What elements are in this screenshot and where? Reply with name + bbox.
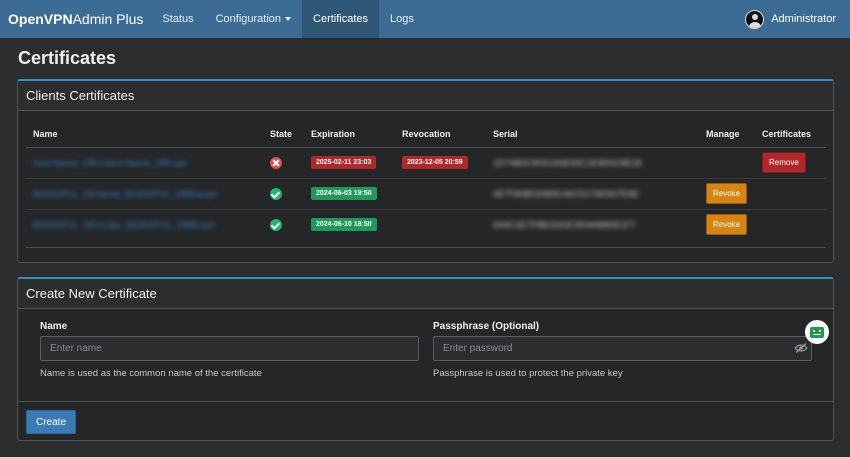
expiration-badge: 2025-02-11 23:03 [311,156,377,169]
passphrase-input[interactable] [433,336,812,361]
table-header-row: Name State Expiration Revocation Serial … [26,121,826,148]
user-menu[interactable]: Administrator [745,0,836,38]
nav-status[interactable]: Status [151,0,204,38]
brand-logo[interactable]: OpenVPNAdmin Plus [0,11,151,27]
panel-title: Create New Certificate [18,279,833,309]
create-button[interactable]: Create [26,410,77,434]
expiration-badge: 2024-06-03 19:50 [311,187,377,200]
create-certificate-panel: Create New Certificate Name Name is used… [17,277,834,441]
caret-down-icon [285,17,292,21]
nav-logs[interactable]: Logs [379,0,425,38]
valid-check-icon [270,218,282,231]
col-name: Name [26,121,263,148]
revoked-x-icon [270,156,282,169]
revocation-badge: 2023-12-05 20:59 [402,156,468,169]
client-name-link[interactable]: host-Name_URLClient-Name_URLvpn [33,158,188,168]
nav-certificates[interactable]: Certificates [302,0,380,38]
table-divider [26,247,826,248]
page-title: Certificates [18,48,117,68]
valid-check-icon [270,187,282,200]
col-serial: Serial [486,121,699,148]
clients-certificates-panel: Clients Certificates Name State Expirati… [17,79,834,263]
col-expiration: Expiration [304,121,395,148]
nav-certificates-label: Certificates [313,13,369,25]
serial-value: 6A9C2E7F8B15A3C9D4AB80E1F7 [493,219,636,230]
passphrase-help-text: Passphrase is used to protect the privat… [433,368,623,379]
client-name-link[interactable]: BGIDSPUL_DEVprod_BGIDSPUL_DBBxpvpn [33,189,218,199]
name-help-text: Name is used as the common name of the c… [40,368,262,379]
name-input[interactable] [40,336,419,361]
user-avatar-icon [745,9,765,29]
col-certificates: Certificates [755,121,826,148]
remove-button[interactable]: Remove [762,152,806,173]
serial-value: 1D74B0C90A1A0E93C1E9D0C8E18 [493,157,642,168]
nav-status-label: Status [162,13,194,25]
revoke-button[interactable]: Revoke [706,183,748,204]
chat-bot-widget[interactable] [805,320,829,344]
nav-configuration-label: Configuration [215,13,282,25]
certificates-table: Name State Expiration Revocation Serial … [26,121,826,240]
col-state: State [263,121,304,148]
passphrase-label: Passphrase (Optional) [433,321,540,332]
serial-value: 4E7F80B020B9C46C5176E9A7D9E [493,188,640,199]
client-name-link[interactable]: BGIDSPUL_DEVLdpx_BGIDSPUL_DBBLvpn [33,220,215,230]
col-manage: Manage [699,121,755,148]
user-name: Administrator [771,13,836,25]
table-row: BGIDSPUL_DEVLdpx_BGIDSPUL_DBBLvpn 2024-0… [26,208,826,240]
top-navbar: OpenVPNAdmin Plus Status Configuration C… [0,0,850,38]
name-label: Name [40,321,68,332]
expiration-badge: 2024-06-10 18:50 [311,218,377,232]
eye-slash-icon[interactable] [794,343,808,353]
nav-logs-label: Logs [390,13,414,25]
chat-bot-icon [810,326,824,338]
table-row: host-Name_URLClient-Name_URLvpn 2025-02-… [26,147,826,178]
revoke-button[interactable]: Revoke [706,214,748,236]
panel-title: Clients Certificates [18,81,833,111]
form-footer-divider [18,401,833,402]
nav-configuration[interactable]: Configuration [205,0,302,38]
table-row: BGIDSPUL_DEVprod_BGIDSPUL_DBBxpvpn 2024-… [26,177,826,209]
col-revocation: Revocation [395,121,486,148]
